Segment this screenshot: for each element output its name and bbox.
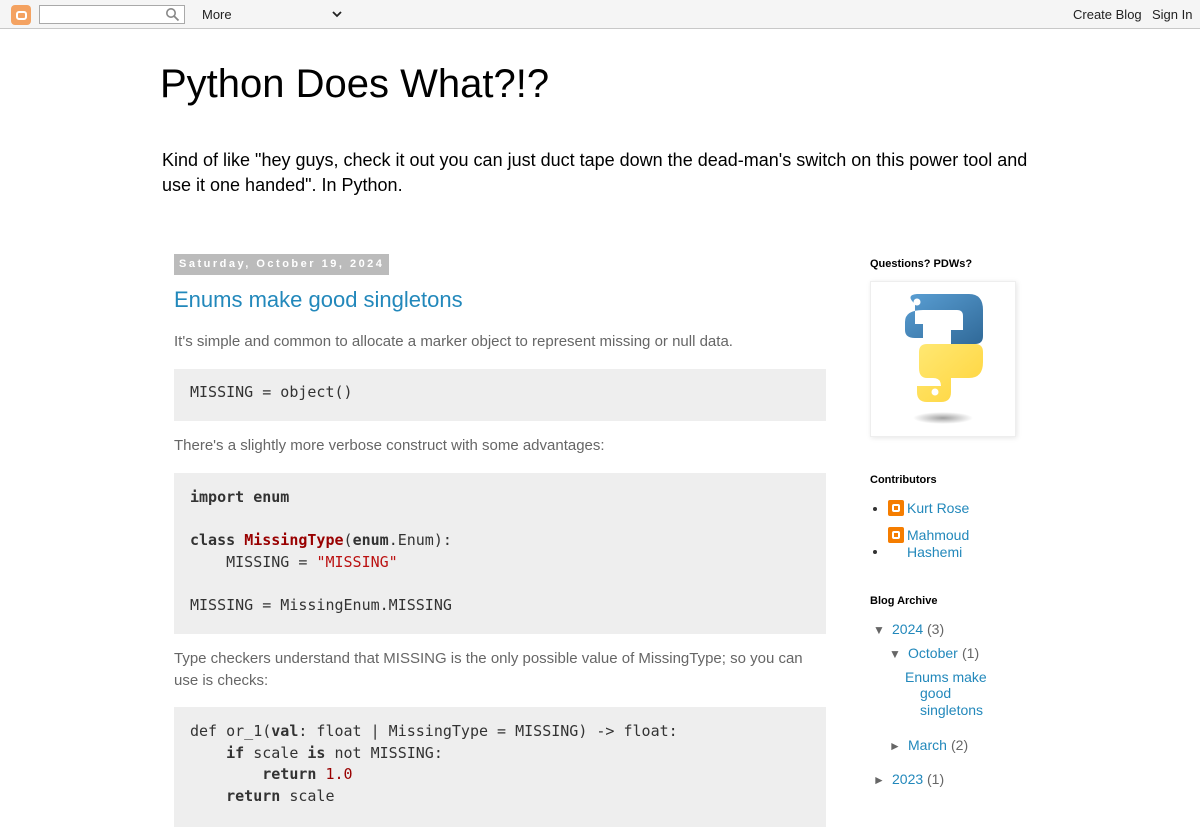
archive-count: (1)	[962, 645, 980, 661]
archive-post-link[interactable]: good	[920, 685, 951, 702]
code-line: return scale	[226, 786, 335, 805]
archive-year-link[interactable]: 2023	[892, 771, 923, 788]
code-block: import enum class MissingType(enum.Enum)…	[174, 473, 826, 634]
contributor-link[interactable]: Kurt Rose	[907, 500, 969, 517]
archive-count: (3)	[927, 621, 945, 637]
code-line: if scale is not MISSING:	[226, 743, 443, 762]
list-bullet	[873, 507, 877, 511]
search-icon[interactable]	[165, 7, 180, 22]
python-question-icon	[905, 294, 983, 424]
toggle-closed-icon[interactable]: ►	[889, 739, 901, 753]
post-date-header: Saturday, October 19, 2024	[174, 254, 390, 275]
search-input[interactable]	[39, 5, 185, 24]
blog-archive-heading: Blog Archive	[870, 595, 938, 607]
post-paragraph: Type checkers understand that MISSING is…	[174, 650, 803, 689]
code-line: def or_1(val: float | MissingType = MISS…	[190, 722, 678, 740]
blogger-profile-icon	[888, 527, 904, 543]
chevron-down-icon[interactable]	[331, 8, 343, 20]
archive-count: (2)	[951, 737, 969, 753]
code-block: def or_1(val: float | MissingType = MISS…	[174, 707, 826, 827]
archive-count: (1)	[927, 771, 945, 787]
blog-description: Kind of like "hey guys, check it out you…	[162, 150, 1028, 195]
contributors-heading: Contributors	[870, 474, 937, 486]
code-line: return 1.0	[262, 765, 353, 784]
blogger-logo-icon[interactable]	[11, 5, 31, 25]
post-title[interactable]: Enums make good singletons	[174, 287, 463, 313]
questions-heading: Questions? PDWs?	[870, 258, 973, 270]
blog-title[interactable]: Python Does What?!?	[160, 62, 549, 107]
code-line: MISSING = "MISSING"	[190, 552, 398, 571]
code-line: class MissingType(enum.Enum):	[190, 531, 452, 550]
more-dropdown[interactable]: More	[202, 7, 232, 22]
contributor-link[interactable]: Hashemi	[907, 544, 962, 561]
code-block: MISSING = object()	[174, 369, 826, 421]
archive-post-link[interactable]: Enums make	[905, 669, 987, 686]
archive-year-link[interactable]: 2024	[892, 621, 923, 638]
contributor-link[interactable]: Mahmoud	[907, 527, 969, 544]
blogger-navbar: More Create Blog Sign In	[0, 0, 1200, 29]
code-line: MISSING = MissingEnum.MISSING	[190, 595, 452, 614]
code-line: MISSING = object()	[190, 383, 353, 401]
list-bullet	[873, 550, 877, 554]
archive-month-link[interactable]: October	[908, 645, 958, 662]
archive-post-link[interactable]: singletons	[920, 702, 983, 719]
archive-month-link[interactable]: March	[908, 737, 947, 754]
sign-in-link[interactable]: Sign In	[1152, 7, 1192, 22]
toggle-open-icon[interactable]: ▼	[889, 647, 901, 661]
toggle-open-icon[interactable]: ▼	[873, 623, 885, 637]
create-blog-link[interactable]: Create Blog	[1073, 7, 1142, 22]
blogger-profile-icon	[888, 500, 904, 516]
post-paragraph: It's simple and common to allocate a mar…	[174, 333, 733, 350]
post-paragraph: There's a slightly more verbose construc…	[174, 437, 605, 454]
code-line: import enum	[190, 488, 290, 506]
toggle-closed-icon[interactable]: ►	[873, 773, 885, 787]
python-logo-image[interactable]	[870, 281, 1016, 437]
